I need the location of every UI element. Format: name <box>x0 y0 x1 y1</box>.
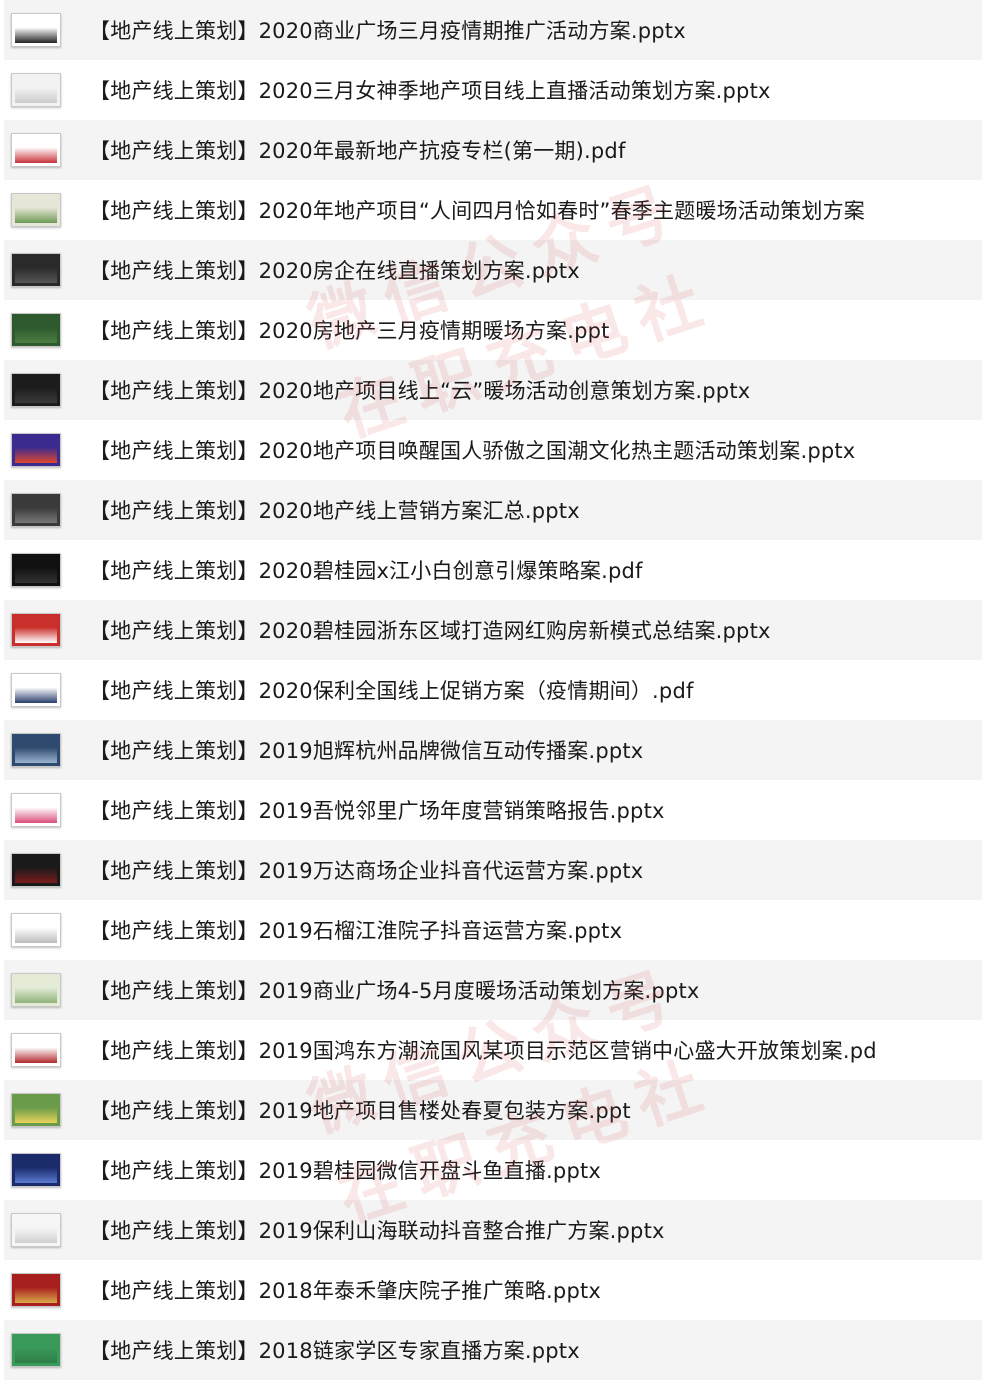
file-name: 【地产线上策划】2019旭辉杭州品牌微信互动传播案.pptx <box>89 739 644 763</box>
file-thumbnail-icon <box>11 1333 61 1367</box>
thumbnail-preview <box>15 77 57 103</box>
file-thumbnail-icon <box>11 1093 61 1127</box>
thumbnail-preview <box>15 1097 57 1123</box>
file-name: 【地产线上策划】2020地产项目唤醒国人骄傲之国潮文化热主题活动策划案.pptx <box>89 439 856 463</box>
file-thumbnail-icon <box>11 793 61 827</box>
file-thumbnail-icon <box>11 553 61 587</box>
thumbnail-preview <box>15 1337 57 1363</box>
file-name: 【地产线上策划】2019保利山海联动抖音整合推广方案.pptx <box>89 1219 665 1243</box>
file-name: 【地产线上策划】2018年泰禾肇庆院子推广策略.pptx <box>89 1279 602 1303</box>
file-name: 【地产线上策划】2020三月女神季地产项目线上直播活动策划方案.pptx <box>89 79 771 103</box>
file-row[interactable]: 【地产线上策划】2020年最新地产抗疫专栏(第一期).pdf <box>4 120 982 180</box>
thumbnail-preview <box>15 1157 57 1183</box>
file-thumbnail-icon <box>11 193 61 227</box>
thumbnail-preview <box>15 677 57 703</box>
thumbnail-preview <box>15 197 57 223</box>
thumbnail-preview <box>15 977 57 1003</box>
thumbnail-preview <box>15 437 57 463</box>
thumbnail-preview <box>15 317 57 343</box>
file-thumbnail-icon <box>11 733 61 767</box>
file-thumbnail-icon <box>11 13 61 47</box>
file-row[interactable]: 【地产线上策划】2019石榴江淮院子抖音运营方案.pptx <box>4 900 982 960</box>
file-name: 【地产线上策划】2019石榴江淮院子抖音运营方案.pptx <box>89 919 623 943</box>
file-name: 【地产线上策划】2020房地产三月疫情期暖场方案.ppt <box>89 319 610 343</box>
thumbnail-preview <box>15 617 57 643</box>
file-row[interactable]: 【地产线上策划】2020年地产项目“人间四月恰如春时”春季主题暖场活动策划方案 <box>4 180 982 240</box>
file-thumbnail-icon <box>11 613 61 647</box>
file-name: 【地产线上策划】2020房企在线直播策划方案.pptx <box>89 259 580 283</box>
file-name: 【地产线上策划】2019万达商场企业抖音代运营方案.pptx <box>89 859 644 883</box>
thumbnail-preview <box>15 257 57 283</box>
file-name: 【地产线上策划】2020碧桂园浙东区域打造网红购房新模式总结案.pptx <box>89 619 771 643</box>
thumbnail-preview <box>15 137 57 163</box>
file-thumbnail-icon <box>11 1153 61 1187</box>
file-name: 【地产线上策划】2020地产线上营销方案汇总.pptx <box>89 499 580 523</box>
file-thumbnail-icon <box>11 1213 61 1247</box>
file-thumbnail-icon <box>11 1273 61 1307</box>
file-row[interactable]: 【地产线上策划】2019国鸿东方潮流国风某项目示范区营销中心盛大开放策划案.pd <box>4 1020 982 1080</box>
thumbnail-preview <box>15 557 57 583</box>
thumbnail-preview <box>15 1037 57 1063</box>
thumbnail-preview <box>15 1217 57 1243</box>
file-name: 【地产线上策划】2020年地产项目“人间四月恰如春时”春季主题暖场活动策划方案 <box>89 199 865 223</box>
file-row[interactable]: 【地产线上策划】2019地产项目售楼处春夏包装方案.ppt <box>4 1080 982 1140</box>
file-name: 【地产线上策划】2019商业广场4-5月度暖场活动策划方案.pptx <box>89 979 700 1003</box>
file-row[interactable]: 【地产线上策划】2020地产项目线上“云”暖场活动创意策划方案.pptx <box>4 360 982 420</box>
file-thumbnail-icon <box>11 973 61 1007</box>
file-name: 【地产线上策划】2019吾悦邻里广场年度营销策略报告.pptx <box>89 799 665 823</box>
file-thumbnail-icon <box>11 853 61 887</box>
file-name: 【地产线上策划】2019国鸿东方潮流国风某项目示范区营销中心盛大开放策划案.pd <box>89 1039 877 1063</box>
file-row[interactable]: 【地产线上策划】2020商业广场三月疫情期推广活动方案.pptx <box>4 0 982 60</box>
thumbnail-preview <box>15 497 57 523</box>
file-list: 【地产线上策划】2020商业广场三月疫情期推广活动方案.pptx 【地产线上策划】… <box>0 0 982 1380</box>
file-row[interactable]: 【地产线上策划】2018年泰禾肇庆院子推广策略.pptx <box>4 1260 982 1320</box>
file-row[interactable]: 【地产线上策划】2020地产线上营销方案汇总.pptx <box>4 480 982 540</box>
file-row[interactable]: 【地产线上策划】2020三月女神季地产项目线上直播活动策划方案.pptx <box>4 60 982 120</box>
file-row[interactable]: 【地产线上策划】2018链家学区专家直播方案.pptx <box>4 1320 982 1380</box>
file-name: 【地产线上策划】2020年最新地产抗疫专栏(第一期).pdf <box>89 139 626 163</box>
thumbnail-preview <box>15 857 57 883</box>
file-row[interactable]: 【地产线上策划】2019吾悦邻里广场年度营销策略报告.pptx <box>4 780 982 840</box>
file-thumbnail-icon <box>11 313 61 347</box>
file-row[interactable]: 【地产线上策划】2019商业广场4-5月度暖场活动策划方案.pptx <box>4 960 982 1020</box>
file-row[interactable]: 【地产线上策划】2020地产项目唤醒国人骄傲之国潮文化热主题活动策划案.pptx <box>4 420 982 480</box>
file-name: 【地产线上策划】2019碧桂园微信开盘斗鱼直播.pptx <box>89 1159 602 1183</box>
file-name: 【地产线上策划】2019地产项目售楼处春夏包装方案.ppt <box>89 1099 631 1123</box>
file-thumbnail-icon <box>11 253 61 287</box>
file-row[interactable]: 【地产线上策划】2020房企在线直播策划方案.pptx <box>4 240 982 300</box>
file-thumbnail-icon <box>11 493 61 527</box>
file-name: 【地产线上策划】2018链家学区专家直播方案.pptx <box>89 1339 580 1363</box>
thumbnail-preview <box>15 917 57 943</box>
file-row[interactable]: 【地产线上策划】2019碧桂园微信开盘斗鱼直播.pptx <box>4 1140 982 1200</box>
file-row[interactable]: 【地产线上策划】2020保利全国线上促销方案（疫情期间）.pdf <box>4 660 982 720</box>
file-thumbnail-icon <box>11 133 61 167</box>
thumbnail-preview <box>15 797 57 823</box>
file-name: 【地产线上策划】2020保利全国线上促销方案（疫情期间）.pdf <box>89 679 694 703</box>
file-row[interactable]: 【地产线上策划】2019旭辉杭州品牌微信互动传播案.pptx <box>4 720 982 780</box>
file-thumbnail-icon <box>11 1033 61 1067</box>
file-thumbnail-icon <box>11 433 61 467</box>
file-thumbnail-icon <box>11 673 61 707</box>
file-name: 【地产线上策划】2020碧桂园x江小白创意引爆策略案.pdf <box>89 559 643 583</box>
file-name: 【地产线上策划】2020商业广场三月疫情期推广活动方案.pptx <box>89 19 686 43</box>
file-thumbnail-icon <box>11 73 61 107</box>
file-row[interactable]: 【地产线上策划】2020碧桂园浙东区域打造网红购房新模式总结案.pptx <box>4 600 982 660</box>
file-thumbnail-icon <box>11 373 61 407</box>
thumbnail-preview <box>15 737 57 763</box>
file-row[interactable]: 【地产线上策划】2019万达商场企业抖音代运营方案.pptx <box>4 840 982 900</box>
file-thumbnail-icon <box>11 913 61 947</box>
thumbnail-preview <box>15 17 57 43</box>
file-name: 【地产线上策划】2020地产项目线上“云”暖场活动创意策划方案.pptx <box>89 379 751 403</box>
file-row[interactable]: 【地产线上策划】2020房地产三月疫情期暖场方案.ppt <box>4 300 982 360</box>
thumbnail-preview <box>15 377 57 403</box>
thumbnail-preview <box>15 1277 57 1303</box>
file-row[interactable]: 【地产线上策划】2019保利山海联动抖音整合推广方案.pptx <box>4 1200 982 1260</box>
file-row[interactable]: 【地产线上策划】2020碧桂园x江小白创意引爆策略案.pdf <box>4 540 982 600</box>
